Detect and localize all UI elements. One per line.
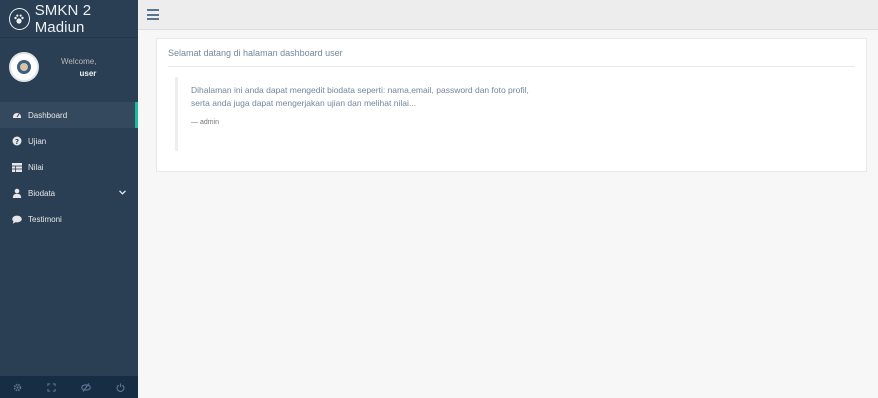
dashboard-icon [12,110,22,120]
sidebar: SMKN 2 Madiun Welcome, user Dashboard ? … [0,0,138,398]
menu-toggle-icon[interactable] [147,9,159,20]
fullscreen-icon[interactable] [47,382,57,392]
brand-title: SMKN 2 Madiun [34,1,92,36]
sidebar-item-label: Testimoni [28,214,62,224]
chevron-down-icon [119,188,126,197]
sidebar-item-label: Nilai [28,162,44,172]
welcome-text: Welcome, [61,56,97,66]
brand[interactable]: SMKN 2 Madiun [0,0,138,38]
paw-icon [9,7,30,30]
quote-line-2: serta anda juga dapat mengerjakan ujian … [191,98,416,108]
settings-icon[interactable] [12,382,22,392]
panel-title: Selamat datang di halaman dashboard user [168,48,343,58]
quote-line-1: Dihalaman ini anda dapat mengedit biodat… [191,85,529,95]
sidebar-footer [0,376,138,398]
sidebar-item-label: Biodata [28,188,56,198]
sidebar-item-nilai[interactable]: Nilai [0,154,138,180]
sidebar-item-testimoni[interactable]: Testimoni [0,206,138,232]
question-circle-icon: ? [12,136,22,146]
comment-icon [12,214,22,224]
quote-author: — admin [191,119,220,126]
sidebar-item-label: Dashboard [28,110,68,120]
power-icon[interactable] [116,382,126,392]
sidebar-menu: Dashboard ? Ujian Nilai Biodata Testimon… [0,102,138,232]
divider [168,66,855,67]
sidebar-item-ujian[interactable]: ? Ujian [0,128,138,154]
user-icon [12,188,22,198]
dashboard-panel: Selamat datang di halaman dashboard user… [156,38,867,172]
svg-text:?: ? [15,138,19,146]
eye-slash-icon[interactable] [81,382,92,392]
top-navbar [138,0,878,30]
blockquote: Dihalaman ini anda dapat mengedit biodat… [175,77,635,151]
table-icon [12,162,22,172]
sidebar-item-biodata[interactable]: Biodata [0,180,138,206]
username: user [79,68,97,78]
sidebar-item-label: Ujian [28,136,47,146]
sidebar-item-dashboard[interactable]: Dashboard [0,102,138,128]
avatar [9,52,39,82]
user-profile: Welcome, user [0,38,138,96]
